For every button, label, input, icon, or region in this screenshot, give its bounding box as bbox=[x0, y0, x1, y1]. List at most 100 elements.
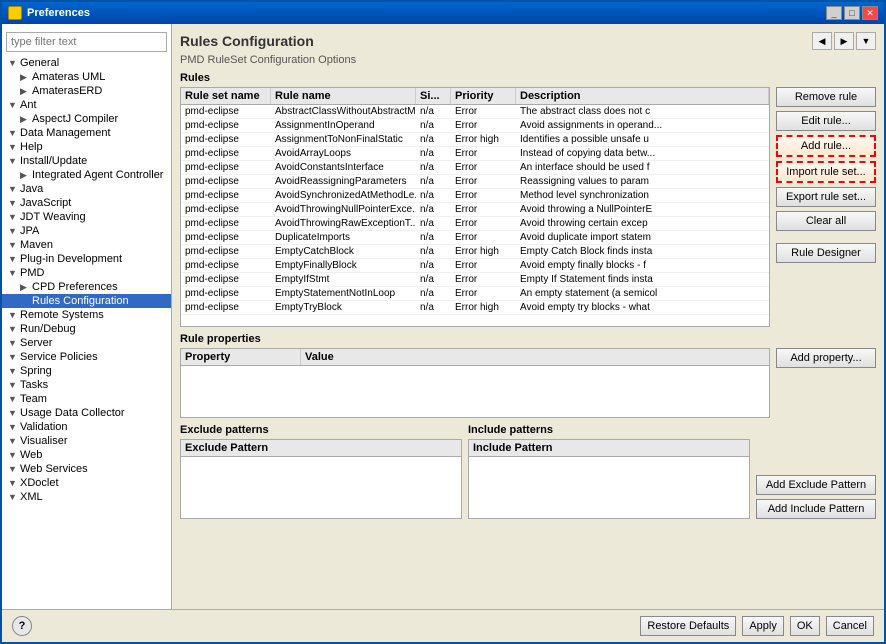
edit-rule-button[interactable]: Edit rule... bbox=[776, 111, 876, 131]
search-input[interactable] bbox=[6, 32, 167, 52]
sidebar-item-plugin-dev[interactable]: ▼Plug-in Development bbox=[2, 252, 171, 266]
add-include-pattern-button[interactable]: Add Include Pattern bbox=[756, 499, 876, 519]
sidebar-item-validation[interactable]: ▼Validation bbox=[2, 420, 171, 434]
add-property-button[interactable]: Add property... bbox=[776, 348, 876, 368]
nav-forward-button[interactable]: ▶ bbox=[834, 32, 854, 50]
expander-plugin-dev: ▼ bbox=[8, 254, 18, 264]
table-scroll[interactable]: pmd-eclipseAbstractClassWithoutAbstractM… bbox=[181, 105, 769, 320]
export-rule-set-button[interactable]: Export rule set... bbox=[776, 187, 876, 207]
sidebar-item-usage-data[interactable]: ▼Usage Data Collector bbox=[2, 406, 171, 420]
col-si: Si... bbox=[416, 88, 451, 104]
clear-all-button[interactable]: Clear all bbox=[776, 211, 876, 231]
help-button[interactable]: ? bbox=[12, 616, 32, 636]
expander-xdoclet: ▼ bbox=[8, 478, 18, 488]
sidebar-item-data-mgmt[interactable]: ▼Data Management bbox=[2, 126, 171, 140]
table-row[interactable]: pmd-eclipseAvoidArrayLoopsn/aErrorInstea… bbox=[181, 147, 769, 161]
window-title: Preferences bbox=[27, 7, 90, 19]
remove-rule-button[interactable]: Remove rule bbox=[776, 87, 876, 107]
restore-defaults-button[interactable]: Restore Defaults bbox=[640, 616, 736, 636]
rules-buttons: Remove rule Edit rule... Add rule... Imp… bbox=[776, 87, 876, 327]
page-subtitle: PMD RuleSet Configuration Options bbox=[180, 54, 876, 66]
col-ruleset: Rule set name bbox=[181, 88, 271, 104]
expander-amateras-uml: ▶ bbox=[20, 72, 30, 83]
sidebar-item-help[interactable]: ▼Help bbox=[2, 140, 171, 154]
sidebar-item-label-cpd-prefs: CPD Preferences bbox=[32, 281, 118, 293]
sidebar-item-general[interactable]: ▼General bbox=[2, 56, 171, 70]
sidebar-item-team[interactable]: ▼Team bbox=[2, 392, 171, 406]
import-rule-set-button[interactable]: Import rule set... bbox=[776, 161, 876, 183]
sidebar-item-run-debug[interactable]: ▼Run/Debug bbox=[2, 322, 171, 336]
sidebar-item-spring[interactable]: ▼Spring bbox=[2, 364, 171, 378]
sidebar-item-iac[interactable]: ▶Integrated Agent Controller bbox=[2, 168, 171, 182]
sidebar-item-label-aspectj: AspectJ Compiler bbox=[32, 113, 118, 125]
table-row[interactable]: pmd-eclipseAvoidThrowingNullPointerExce.… bbox=[181, 203, 769, 217]
expander-service-policies: ▼ bbox=[8, 352, 18, 362]
sidebar-item-visualiser[interactable]: ▼Visualiser bbox=[2, 434, 171, 448]
nav-back-button[interactable]: ◀ bbox=[812, 32, 832, 50]
apply-button[interactable]: Apply bbox=[742, 616, 784, 636]
ok-button[interactable]: OK bbox=[790, 616, 820, 636]
expander-spring: ▼ bbox=[8, 366, 18, 376]
sidebar-item-label-team: Team bbox=[20, 393, 47, 405]
sidebar-item-xml[interactable]: ▼XML bbox=[2, 490, 171, 504]
preferences-window: Preferences _ □ ✕ ▼General▶Amateras UML▶… bbox=[0, 0, 886, 644]
rule-designer-button[interactable]: Rule Designer bbox=[776, 243, 876, 263]
sidebar-item-pmd[interactable]: ▼PMD bbox=[2, 266, 171, 280]
table-row[interactable]: pmd-eclipseAvoidConstantsInterfacen/aErr… bbox=[181, 161, 769, 175]
sidebar-item-jpa[interactable]: ▼JPA bbox=[2, 224, 171, 238]
table-row[interactable]: pmd-eclipseEmptyIfStmtn/aErrorEmpty If S… bbox=[181, 273, 769, 287]
expander-pmd: ▼ bbox=[8, 268, 18, 278]
table-row[interactable]: pmd-eclipseEmptyStatementNotInLoopn/aErr… bbox=[181, 287, 769, 301]
table-row[interactable]: pmd-eclipseDuplicateImportsn/aErrorAvoid… bbox=[181, 231, 769, 245]
cancel-button[interactable]: Cancel bbox=[826, 616, 874, 636]
sidebar-item-java[interactable]: ▼Java bbox=[2, 182, 171, 196]
expander-help: ▼ bbox=[8, 142, 18, 152]
minimize-button[interactable]: _ bbox=[826, 6, 842, 20]
exclude-patterns-group: Exclude patterns Exclude Pattern bbox=[180, 424, 462, 519]
sidebar-item-web-services[interactable]: ▼Web Services bbox=[2, 462, 171, 476]
sidebar-item-tasks[interactable]: ▼Tasks bbox=[2, 378, 171, 392]
sidebar-item-ant[interactable]: ▼Ant bbox=[2, 98, 171, 112]
table-row[interactable]: pmd-eclipseAvoidSynchronizedAtMethodLe..… bbox=[181, 189, 769, 203]
sidebar-item-label-javascript: JavaScript bbox=[20, 197, 71, 209]
table-row[interactable]: pmd-eclipseAssignmentInOperandn/aErrorAv… bbox=[181, 119, 769, 133]
sidebar-item-server[interactable]: ▼Server bbox=[2, 336, 171, 350]
sidebar: ▼General▶Amateras UML▶AmaterasERD▼Ant▶As… bbox=[2, 24, 172, 609]
table-row[interactable]: pmd-eclipseAvoidReassigningParametersn/a… bbox=[181, 175, 769, 189]
sidebar-item-label-help: Help bbox=[20, 141, 43, 153]
sidebar-item-label-visualiser: Visualiser bbox=[20, 435, 68, 447]
sidebar-item-label-amateras-erd: AmaterasERD bbox=[32, 85, 102, 97]
sidebar-item-amateras-erd[interactable]: ▶AmaterasERD bbox=[2, 84, 171, 98]
table-row[interactable]: pmd-eclipseAbstractClassWithoutAbstractM… bbox=[181, 105, 769, 119]
table-row[interactable]: pmd-eclipseEmptyFinallyBlockn/aErrorAvoi… bbox=[181, 259, 769, 273]
table-header: Rule set name Rule name Si... Priority D… bbox=[181, 88, 769, 105]
sidebar-item-aspectj[interactable]: ▶AspectJ Compiler bbox=[2, 112, 171, 126]
sidebar-item-xdoclet[interactable]: ▼XDoclet bbox=[2, 476, 171, 490]
table-row[interactable]: pmd-eclipseEmptyCatchBlockn/aError highE… bbox=[181, 245, 769, 259]
maximize-button[interactable]: □ bbox=[844, 6, 860, 20]
sidebar-item-cpd-prefs[interactable]: ▶CPD Preferences bbox=[2, 280, 171, 294]
expander-team: ▼ bbox=[8, 394, 18, 404]
sidebar-item-amateras-uml[interactable]: ▶Amateras UML bbox=[2, 70, 171, 84]
sidebar-item-maven[interactable]: ▼Maven bbox=[2, 238, 171, 252]
rule-properties-label: Rule properties bbox=[180, 333, 876, 345]
expander-jdt-weaving: ▼ bbox=[8, 212, 18, 222]
table-row[interactable]: pmd-eclipseAssignmentToNonFinalStaticn/a… bbox=[181, 133, 769, 147]
sidebar-item-web[interactable]: ▼Web bbox=[2, 448, 171, 462]
table-row[interactable]: pmd-eclipseEmptyTryBlockn/aError highAvo… bbox=[181, 301, 769, 315]
sidebar-item-remote-systems[interactable]: ▼Remote Systems bbox=[2, 308, 171, 322]
nav-dropdown-button[interactable]: ▼ bbox=[856, 32, 876, 50]
sidebar-item-rules-config[interactable]: Rules Configuration bbox=[2, 294, 171, 308]
expander-web-services: ▼ bbox=[8, 464, 18, 474]
sidebar-item-javascript[interactable]: ▼JavaScript bbox=[2, 196, 171, 210]
sidebar-item-install-update[interactable]: ▼Install/Update bbox=[2, 154, 171, 168]
sidebar-item-service-policies[interactable]: ▼Service Policies bbox=[2, 350, 171, 364]
table-row[interactable]: pmd-eclipseAvoidThrowingRawExceptionT...… bbox=[181, 217, 769, 231]
add-rule-button[interactable]: Add rule... bbox=[776, 135, 876, 157]
add-exclude-pattern-button[interactable]: Add Exclude Pattern bbox=[756, 475, 876, 495]
close-button[interactable]: ✕ bbox=[862, 6, 878, 20]
sidebar-item-jdt-weaving[interactable]: ▼JDT Weaving bbox=[2, 210, 171, 224]
sidebar-item-label-remote-systems: Remote Systems bbox=[20, 309, 104, 321]
sidebar-item-label-validation: Validation bbox=[20, 421, 68, 433]
col-priority: Priority bbox=[451, 88, 516, 104]
